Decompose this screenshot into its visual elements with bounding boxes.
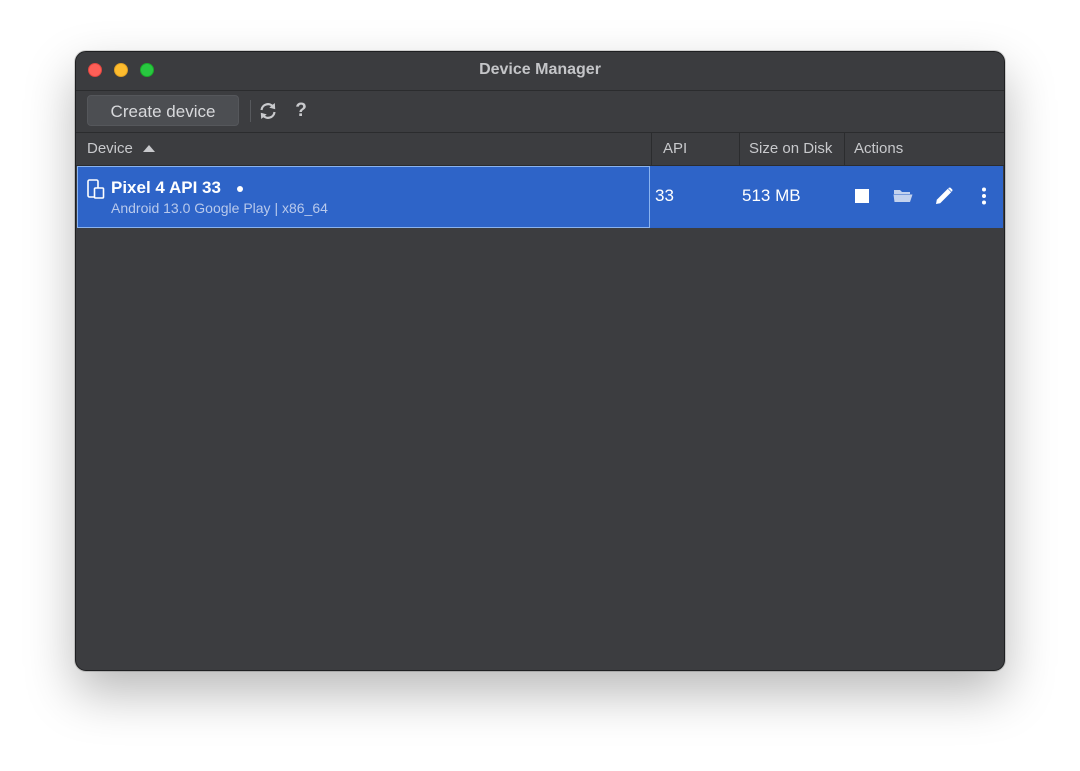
- window-title: Device Manager: [479, 61, 601, 78]
- help-icon[interactable]: ?: [290, 100, 312, 122]
- running-indicator: [237, 186, 243, 192]
- toolbar-divider: [250, 100, 251, 122]
- column-header-device[interactable]: Device: [76, 133, 651, 165]
- column-header-device-label: Device: [87, 140, 133, 157]
- create-device-button[interactable]: Create device: [87, 95, 239, 126]
- edit-icon[interactable]: [933, 185, 955, 207]
- device-cell[interactable]: Pixel 4 API 33 Android 13.0 Google Play …: [77, 166, 650, 228]
- title-bar: Device Manager: [76, 52, 1004, 91]
- column-header-size[interactable]: Size on Disk: [739, 133, 844, 165]
- toolbar: Create device ?: [76, 91, 1004, 133]
- refresh-icon[interactable]: [257, 100, 279, 122]
- column-header-actions[interactable]: Actions: [844, 133, 1004, 165]
- stop-icon[interactable]: [851, 185, 873, 207]
- size-cell: 513 MB: [742, 186, 801, 205]
- folder-icon[interactable]: [892, 185, 914, 207]
- table-row[interactable]: Pixel 4 API 33 Android 13.0 Google Play …: [77, 166, 1003, 228]
- device-manager-window: Device Manager Create device ? Device AP…: [75, 51, 1005, 671]
- phone-icon: [87, 179, 105, 199]
- api-cell: 33: [655, 186, 674, 205]
- table-header: Device API Size on Disk Actions: [76, 133, 1004, 166]
- more-icon[interactable]: [973, 185, 995, 207]
- column-header-api[interactable]: API: [651, 133, 739, 165]
- sort-ascending-icon: [142, 145, 155, 152]
- device-subtitle: Android 13.0 Google Play | x86_64: [111, 200, 328, 216]
- device-name: Pixel 4 API 33: [111, 178, 221, 197]
